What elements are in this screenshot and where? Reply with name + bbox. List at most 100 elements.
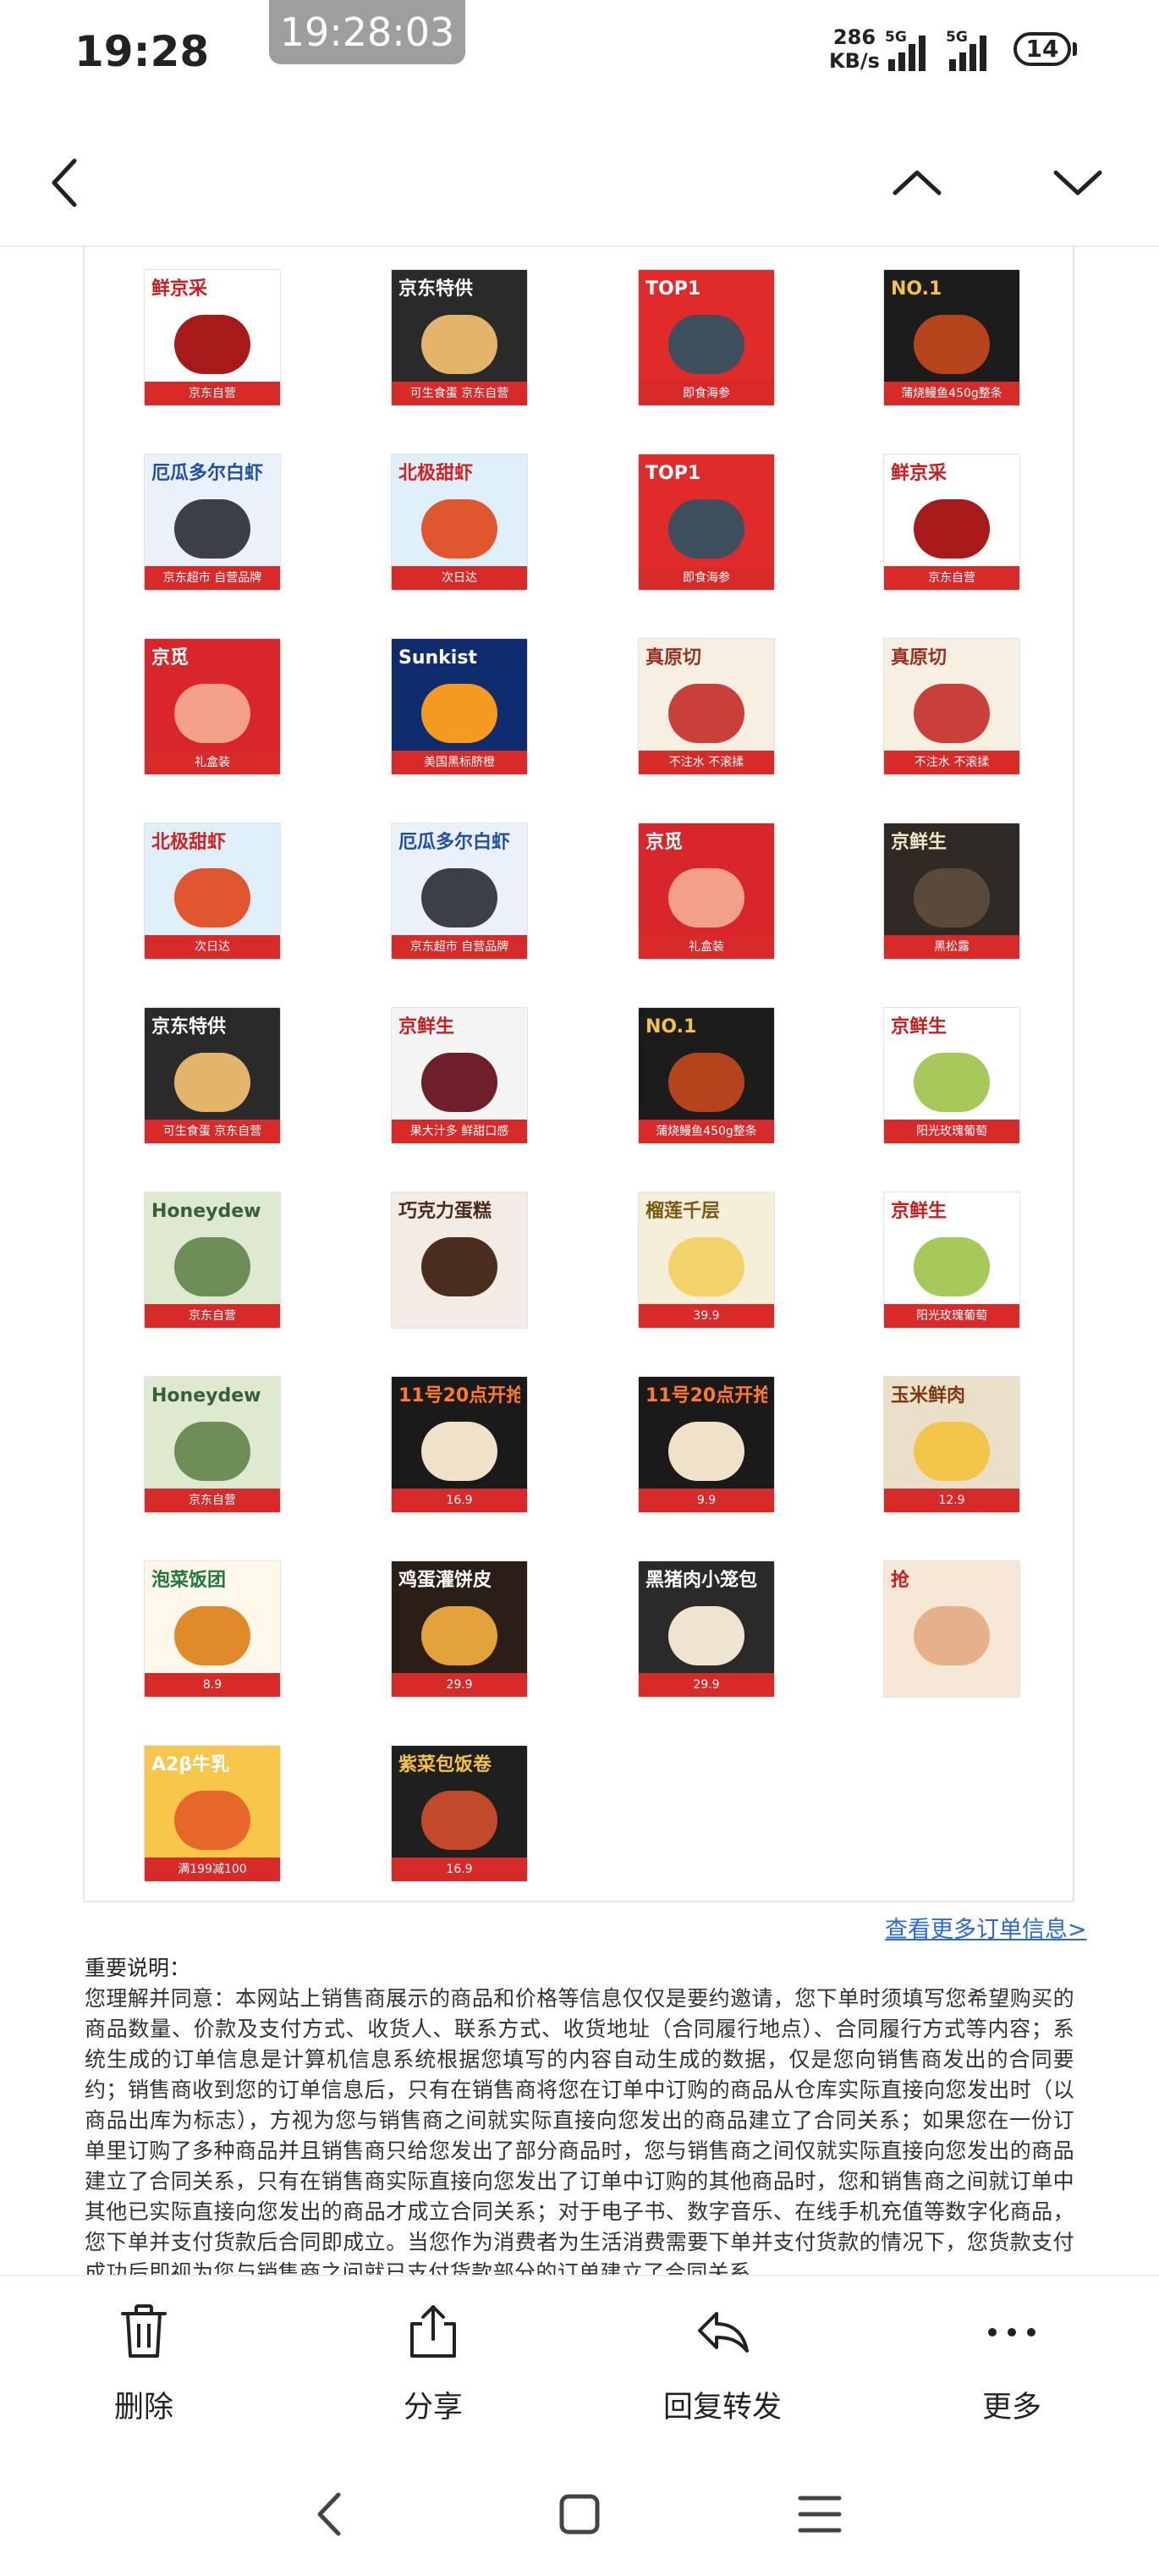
- product-thumbnail[interactable]: TOP1 即食海参: [638, 269, 775, 406]
- product-thumbnail[interactable]: A2β牛乳 满199减100: [144, 1745, 281, 1882]
- product-thumbnail[interactable]: 京鲜生 阳光玫瑰葡萄: [883, 1007, 1020, 1144]
- system-nav-bar: [0, 2454, 1159, 2576]
- product-caption: 次日达: [145, 935, 280, 959]
- product-thumbnail[interactable]: 玉米鲜肉 12.9: [883, 1376, 1020, 1513]
- delete-button[interactable]: 删除: [59, 2302, 228, 2437]
- product-image: [668, 868, 744, 927]
- product-image: [914, 868, 990, 927]
- product-thumbnail[interactable]: NO.1 蒲烧鳗鱼450g整条: [883, 269, 1020, 406]
- product-thumbnail[interactable]: 北极甜虾次日达: [144, 823, 281, 960]
- product-caption: 次日达: [392, 566, 527, 590]
- reply-forward-button[interactable]: 回复转发: [638, 2302, 807, 2437]
- product-thumbnail[interactable]: 榴莲千层 39.9: [638, 1192, 775, 1329]
- signal-icon: 5G: [946, 29, 1000, 71]
- product-caption: 阳光玫瑰葡萄: [884, 1120, 1019, 1143]
- product-thumbnail[interactable]: 紫菜包饭卷 16.9: [391, 1745, 528, 1882]
- product-image: [421, 684, 497, 743]
- product-thumbnail[interactable]: Sunkist 美国黑标脐橙: [391, 638, 528, 775]
- product-thumbnail[interactable]: 厄瓜多尔白虾京东超市 自营品牌: [144, 454, 281, 591]
- back-icon[interactable]: [301, 2485, 360, 2544]
- product-image: [668, 1422, 744, 1481]
- share-label: 分享: [403, 2391, 463, 2425]
- product-title: 北极甜虾: [151, 832, 227, 853]
- more-button[interactable]: 更多: [927, 2302, 1096, 2437]
- product-image: [914, 1053, 990, 1112]
- product-caption: 美国黑标脐橙: [392, 751, 527, 774]
- product-thumbnail[interactable]: 真原切不注水 不滚揉: [883, 638, 1020, 775]
- product-thumbnail[interactable]: 京鲜生 黑松露: [883, 823, 1020, 960]
- product-image: [668, 315, 744, 374]
- product-thumbnail[interactable]: 北极甜虾 次日达: [391, 454, 528, 591]
- product-thumbnail[interactable]: 泡菜饭团 8.9: [144, 1560, 281, 1698]
- product-thumbnail[interactable]: 11号20点开抢 9.9: [638, 1376, 775, 1513]
- product-thumbnail[interactable]: 鲜京采 京东自营: [883, 454, 1020, 591]
- product-thumbnail[interactable]: 京东特供 可生食蛋 京东自营: [391, 269, 528, 406]
- net-speed-value: 286: [832, 25, 876, 49]
- battery-tip: [1073, 42, 1077, 56]
- product-caption: 9.9: [639, 1489, 774, 1512]
- product-title: 黑猪肉小笼包: [645, 1570, 758, 1591]
- product-caption: 可生食蛋 京东自营: [145, 1120, 280, 1143]
- product-thumbnail[interactable]: 京觅 礼盒装: [638, 823, 775, 960]
- product-caption: 即食海参: [639, 382, 774, 405]
- product-caption: 29.9: [392, 1673, 527, 1697]
- more-icon: [988, 2328, 1035, 2337]
- product-image: [914, 1237, 990, 1296]
- product-caption: 即食海参: [639, 566, 774, 590]
- product-image: [668, 684, 744, 743]
- chevron-up-icon[interactable]: [883, 149, 951, 217]
- product-image: [914, 1422, 990, 1481]
- product-caption: 不注水 不滚揉: [884, 751, 1019, 774]
- product-caption: 京东自营: [884, 566, 1019, 590]
- product-thumbnail[interactable]: 京东特供可生食蛋 京东自营: [144, 1007, 281, 1144]
- product-thumbnail[interactable]: 京鲜生 阳光玫瑰葡萄: [883, 1192, 1020, 1329]
- product-thumbnail[interactable]: 京觅 礼盒装: [144, 638, 281, 775]
- product-thumbnail[interactable]: TOP1 即食海参: [638, 454, 775, 591]
- product-thumbnail[interactable]: 巧克力蛋糕: [391, 1192, 528, 1329]
- product-thumbnail[interactable]: 黑猪肉小笼包 29.9: [638, 1560, 775, 1698]
- product-image: [914, 315, 990, 374]
- product-thumbnail[interactable]: Honeydew 京东自营: [144, 1192, 281, 1329]
- product-image: [668, 1237, 744, 1296]
- product-title: 真原切: [891, 647, 948, 669]
- chevron-down-icon[interactable]: [1044, 149, 1112, 217]
- product-thumbnail[interactable]: 鸡蛋灌饼皮 29.9: [391, 1560, 528, 1698]
- signal-label: 5G: [946, 29, 968, 46]
- product-image: [421, 1237, 497, 1296]
- product-image: [914, 684, 990, 743]
- product-title: 厄瓜多尔白虾: [151, 463, 264, 484]
- product-image: [174, 684, 250, 743]
- more-order-info-link[interactable]: 查看更多订单信息>: [885, 1911, 1087, 1944]
- product-caption: 12.9: [884, 1489, 1019, 1512]
- product-title: NO.1: [645, 1016, 697, 1038]
- product-image: [914, 1606, 990, 1665]
- chevron-left-icon[interactable]: [32, 149, 100, 217]
- product-title: 京鲜生: [398, 1016, 455, 1038]
- product-thumbnail[interactable]: NO.1 蒲烧鳗鱼450g整条: [638, 1007, 775, 1144]
- product-title: 京鲜生: [891, 832, 948, 853]
- product-image: [174, 499, 250, 559]
- product-caption: 满199减100: [145, 1858, 280, 1881]
- product-image: [174, 1053, 250, 1112]
- home-icon[interactable]: [550, 2485, 609, 2544]
- product-image: [174, 1606, 250, 1665]
- product-thumbnail[interactable]: 厄瓜多尔白虾京东超市 自营品牌: [391, 823, 528, 960]
- product-thumbnail[interactable]: 抢: [883, 1560, 1020, 1698]
- share-icon: [410, 2305, 456, 2358]
- product-image: [421, 315, 497, 374]
- menu-icon[interactable]: [790, 2485, 849, 2544]
- product-thumbnail[interactable]: Honeydew 京东自营: [144, 1376, 281, 1513]
- product-title: 厄瓜多尔白虾: [398, 832, 511, 853]
- share-button[interactable]: 分享: [349, 2302, 518, 2437]
- product-thumbnail[interactable]: 11号20点开抢 16.9: [391, 1376, 528, 1513]
- product-caption: 京东超市 自营品牌: [392, 935, 527, 959]
- product-thumbnail[interactable]: 京鲜生 果大汁多 鲜甜口感: [391, 1007, 528, 1144]
- product-caption: 京东超市 自营品牌: [145, 566, 280, 590]
- delete-label: 删除: [113, 2391, 173, 2425]
- product-image: [421, 1053, 497, 1112]
- product-thumbnail[interactable]: 鲜京采 京东自营: [144, 269, 281, 406]
- more-label: 更多: [981, 2391, 1041, 2425]
- product-thumbnail[interactable]: 真原切 不注水 不滚揉: [638, 638, 775, 775]
- product-title: 京东特供: [151, 1016, 227, 1038]
- product-caption: 阳光玫瑰葡萄: [884, 1304, 1019, 1328]
